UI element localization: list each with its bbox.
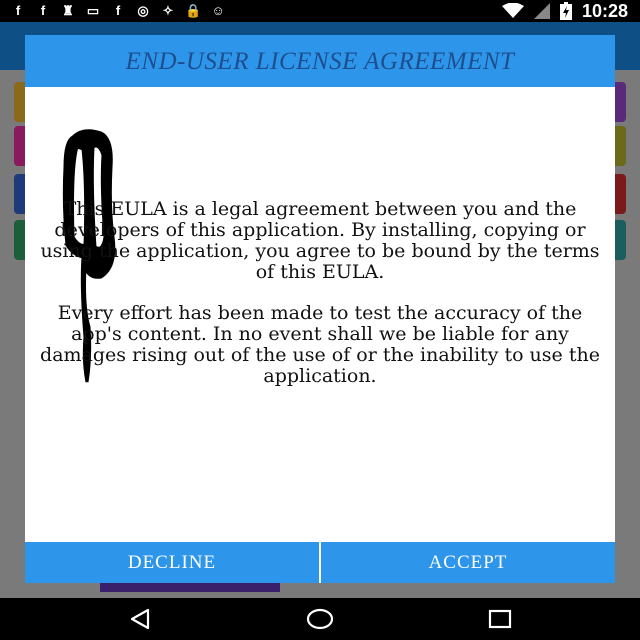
decline-button[interactable]: DECLINE (25, 542, 319, 583)
dialog-actions: DECLINE ACCEPT (25, 542, 615, 583)
chess-pawn-icon: ♜ (62, 3, 74, 18)
battery-icon (559, 2, 572, 20)
dialog-body[interactable]: This EULA is a legal agreement between y… (25, 87, 615, 542)
status-bar: f f ♜ ▭ f ◎ ✧ 🔒 ☺ 10:28 (0, 0, 640, 22)
signal-icon (533, 3, 550, 19)
eula-text: This EULA is a legal agreement between y… (31, 199, 609, 387)
system-status: 10:28 (501, 1, 628, 21)
eula-paragraph: Every effort has been made to test the a… (40, 302, 600, 387)
message-icon: ▭ (86, 3, 100, 18)
bottom-banner (100, 582, 280, 592)
lock-icon: 🔒 (185, 3, 202, 18)
facebook-icon: f (115, 3, 121, 18)
recents-icon[interactable] (488, 608, 512, 630)
dialog-header: END-USER LICENSE AGREEMENT (25, 35, 615, 87)
wifi-icon (501, 3, 524, 18)
clock: 10:28 (581, 1, 628, 21)
circle-icon: ◎ (137, 3, 149, 18)
eula-paragraph: This EULA is a legal agreement between y… (40, 198, 600, 283)
android-icon: ☺ (211, 3, 225, 18)
notification-icons: f f ♜ ▭ f ◎ ✧ 🔒 ☺ (10, 3, 226, 19)
eula-dialog: END-USER LICENSE AGREEMENT This EULA is … (25, 35, 615, 583)
back-icon[interactable] (128, 608, 152, 630)
home-icon[interactable] (306, 608, 334, 630)
navigation-bar (0, 598, 640, 640)
facebook-icon: f (15, 3, 21, 18)
facebook-icon: f (40, 3, 46, 18)
accept-button[interactable]: ACCEPT (319, 542, 615, 583)
dialog-title: END-USER LICENSE AGREEMENT (125, 47, 515, 75)
satellite-icon: ✧ (162, 3, 174, 18)
